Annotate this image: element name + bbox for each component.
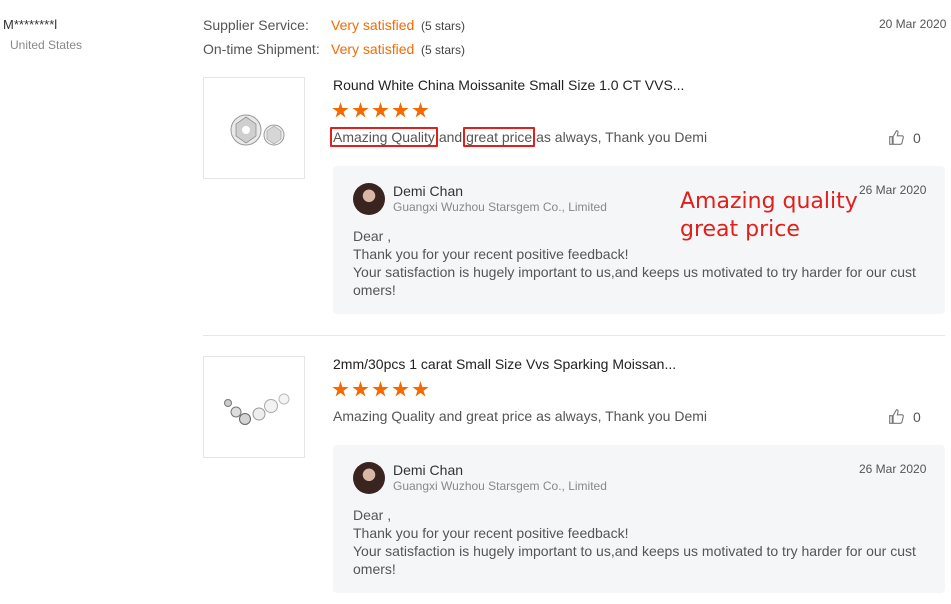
star-icon [412,381,429,397]
star-icon [332,381,349,397]
reply-author-name: Demi Chan [393,462,464,478]
annotation-text: Amazing quality great price [680,188,858,244]
product-thumbnail[interactable] [203,356,305,458]
product-title-2[interactable]: 2mm/30pcs 1 carat Small Size Vvs Sparkin… [333,356,676,372]
highlight-amazing-quality: Amazing Quality [330,127,438,147]
like-count-1: 0 [913,129,921,146]
annotation-line-1: Amazing quality [680,189,858,214]
reply-date: 26 Mar 2020 [859,462,927,476]
star-icon [332,102,349,118]
reply-author-name: Demi Chan [393,183,464,199]
highlight-great-price: great price [463,127,536,147]
star-icon [372,102,389,118]
supplier-service-label: Supplier Service: [203,17,309,33]
like-button-1[interactable]: 0 [888,129,921,146]
reply-line-3: Your satisfaction is hugely important to… [353,543,916,577]
review-text-2: Amazing Quality and great price as alway… [333,408,708,424]
reply-line-3: Your satisfaction is hugely important to… [353,264,916,298]
product-thumbnail[interactable] [203,77,305,179]
review-text-rest: as always, Thank you Demi [532,129,708,145]
reply-line-2: Thank you for your recent positive feedb… [353,246,629,262]
like-count-2: 0 [913,408,921,425]
divider [203,335,945,336]
seller-reply-2: Demi Chan Guangxi Wuzhou Starsgem Co., L… [333,445,945,593]
like-button-2[interactable]: 0 [888,408,921,425]
shipment-label: On-time Shipment: [203,41,320,57]
review-text-and: and [434,129,467,145]
avatar [353,183,385,215]
star-icon [392,102,409,118]
shipment-stars: (5 stars) [421,43,466,57]
supplier-service-value: Very satisfied [331,17,415,33]
review-text-1: Amazing Quality and great price as alway… [330,127,708,147]
annotation-line-2: great price [680,217,800,242]
buyer-name: M********l [3,17,58,32]
star-icon [372,381,389,397]
moissanite-set-image [224,393,290,425]
reply-line-2: Thank you for your recent positive feedb… [353,525,629,541]
star-icon [412,102,429,118]
thumbs-up-icon [889,409,904,424]
star-icon [392,381,409,397]
reply-company: Guangxi Wuzhou Starsgem Co., Limited [393,479,607,493]
feedback-date: 20 Mar 2020 [879,17,947,31]
star-icon [352,102,369,118]
reply-company: Guangxi Wuzhou Starsgem Co., Limited [393,200,607,214]
review-stars-1 [332,102,429,119]
star-icon [352,381,369,397]
moissanite-image [230,114,285,146]
thumbs-up-icon [889,130,904,145]
supplier-service-stars: (5 stars) [421,19,466,33]
product-title-1[interactable]: Round White China Moissanite Small Size … [333,77,684,93]
buyer-country: United States [10,38,83,52]
shipment-value: Very satisfied [331,41,415,57]
reply-line-1: Dear , [353,507,392,523]
review-stars-2 [332,381,429,398]
avatar [353,462,385,494]
reply-date: 26 Mar 2020 [859,183,927,197]
